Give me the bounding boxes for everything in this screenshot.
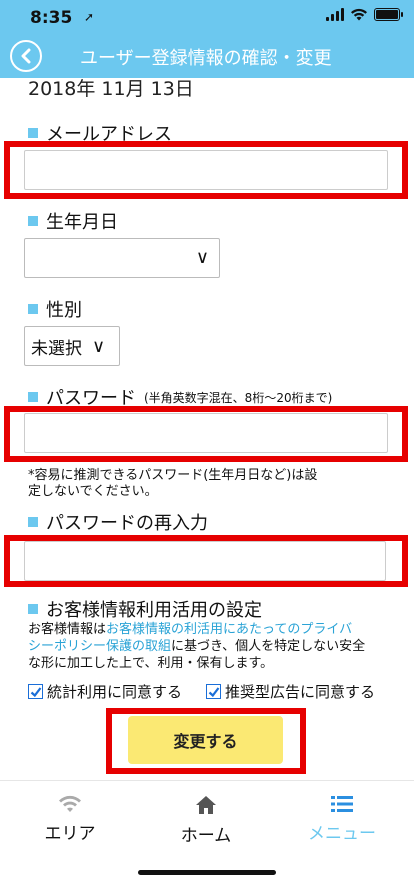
tab-area[interactable]: エリア bbox=[20, 795, 120, 844]
consent-ads-row[interactable]: 推奨型広告に同意する bbox=[206, 681, 375, 702]
home-indicator bbox=[138, 870, 276, 875]
consent-stats-row[interactable]: 統計利用に同意する bbox=[28, 681, 182, 702]
gender-select-value: 未選択 bbox=[31, 338, 82, 359]
bullet-square bbox=[28, 128, 38, 138]
tab-home-label: ホーム bbox=[180, 826, 232, 846]
bullet-square bbox=[28, 216, 38, 226]
password-note-line2: 定しないでください。 bbox=[28, 484, 158, 499]
password-note: *容易に推測できるパスワード(生年月日など)は設 定しないでください。 bbox=[28, 468, 388, 500]
tab-menu[interactable]: メニュー bbox=[292, 795, 392, 844]
password-confirm-label-text: パスワードの再入力 bbox=[46, 513, 208, 534]
consent-stats-checkbox[interactable] bbox=[28, 684, 43, 699]
page-title: ユーザー登録情報の確認・変更 bbox=[80, 48, 332, 69]
tab-home[interactable]: ホーム bbox=[156, 795, 256, 846]
password-note-line1: *容易に推測できるパスワード(生年月日など)は設 bbox=[28, 468, 318, 483]
customer-info-label-text: お客様情報利用活用の設定 bbox=[46, 600, 262, 621]
checkmark-icon bbox=[30, 686, 41, 697]
bullet-square bbox=[28, 304, 38, 314]
customer-info-text: お客様情報はお客様情報の利活用にあたってのプライバ シーポリシー保護の取組に基づ… bbox=[28, 621, 394, 672]
password-label: パスワード (半角英数字混在、8桁〜20桁まで) bbox=[28, 384, 332, 410]
customer-info-label: お客様情報利用活用の設定 bbox=[28, 596, 262, 622]
tab-area-label: エリア bbox=[44, 824, 96, 844]
wifi-icon bbox=[59, 795, 81, 812]
back-button[interactable] bbox=[10, 40, 42, 72]
menu-list-icon bbox=[331, 796, 353, 812]
tab-bar: エリア ホーム メニュー bbox=[0, 780, 414, 884]
birthday-select[interactable]: ∨ bbox=[24, 238, 220, 278]
consent-ads-label: 推奨型広告に同意する bbox=[225, 683, 376, 701]
birthday-label: 生年月日 bbox=[28, 208, 118, 234]
tab-menu-label: メニュー bbox=[308, 824, 376, 844]
privacy-policy-link[interactable]: お客様情報の利活用にあたってのプライバ bbox=[106, 622, 352, 637]
consent-stats-label: 統計利用に同意する bbox=[47, 683, 183, 701]
email-field[interactable] bbox=[24, 150, 388, 190]
bullet-square bbox=[28, 392, 38, 402]
app-header: ユーザー登録情報の確認・変更 bbox=[0, 34, 414, 78]
chevron-down-icon: ∨ bbox=[195, 247, 209, 268]
customer-info-line2: に基づき、個人を特定しない安全 bbox=[171, 639, 366, 654]
password-confirm-label: パスワードの再入力 bbox=[28, 509, 208, 535]
cellular-signal-icon bbox=[326, 8, 344, 21]
customer-info-line3: な形に加工した上で、利用・保有します。 bbox=[28, 656, 274, 671]
bullet-square bbox=[28, 604, 38, 614]
customer-info-intro: お客様情報は bbox=[28, 622, 107, 637]
password-hint: (半角英数字混在、8桁〜20桁まで) bbox=[144, 390, 333, 405]
consent-ads-checkbox[interactable] bbox=[206, 684, 221, 699]
password-label-text: パスワード bbox=[46, 388, 136, 409]
gender-select[interactable]: 未選択 ∨ bbox=[24, 326, 120, 366]
checkmark-icon bbox=[208, 686, 219, 697]
birthday-label-text: 生年月日 bbox=[46, 212, 118, 233]
gender-label: 性別 bbox=[28, 296, 82, 322]
submit-button[interactable]: 変更する bbox=[128, 716, 283, 764]
chevron-down-icon: ∨ bbox=[92, 335, 106, 357]
password-field[interactable] bbox=[24, 413, 388, 453]
status-bar: 8:35 ➚ bbox=[0, 0, 414, 34]
password-confirm-field[interactable] bbox=[24, 541, 386, 581]
status-time: 8:35 bbox=[30, 8, 73, 28]
wifi-status-icon bbox=[351, 8, 367, 21]
privacy-policy-link-cont[interactable]: シーポリシー保護の取組 bbox=[28, 639, 171, 654]
email-label-text: メールアドレス bbox=[46, 124, 172, 145]
chevron-left-icon bbox=[21, 48, 31, 64]
home-icon bbox=[196, 796, 216, 814]
status-icons bbox=[326, 8, 403, 21]
email-label: メールアドレス bbox=[28, 120, 172, 146]
gender-label-text: 性別 bbox=[46, 300, 82, 321]
location-arrow-icon: ➚ bbox=[84, 10, 95, 24]
bullet-square bbox=[28, 517, 38, 527]
battery-icon bbox=[374, 8, 403, 21]
date-value: 2018年 11月 13日 bbox=[28, 78, 194, 100]
form-content[interactable]: 2018年 11月 13日 メールアドレス 生年月日 ∨ 性別 未選択 ∨ パス… bbox=[0, 78, 414, 780]
